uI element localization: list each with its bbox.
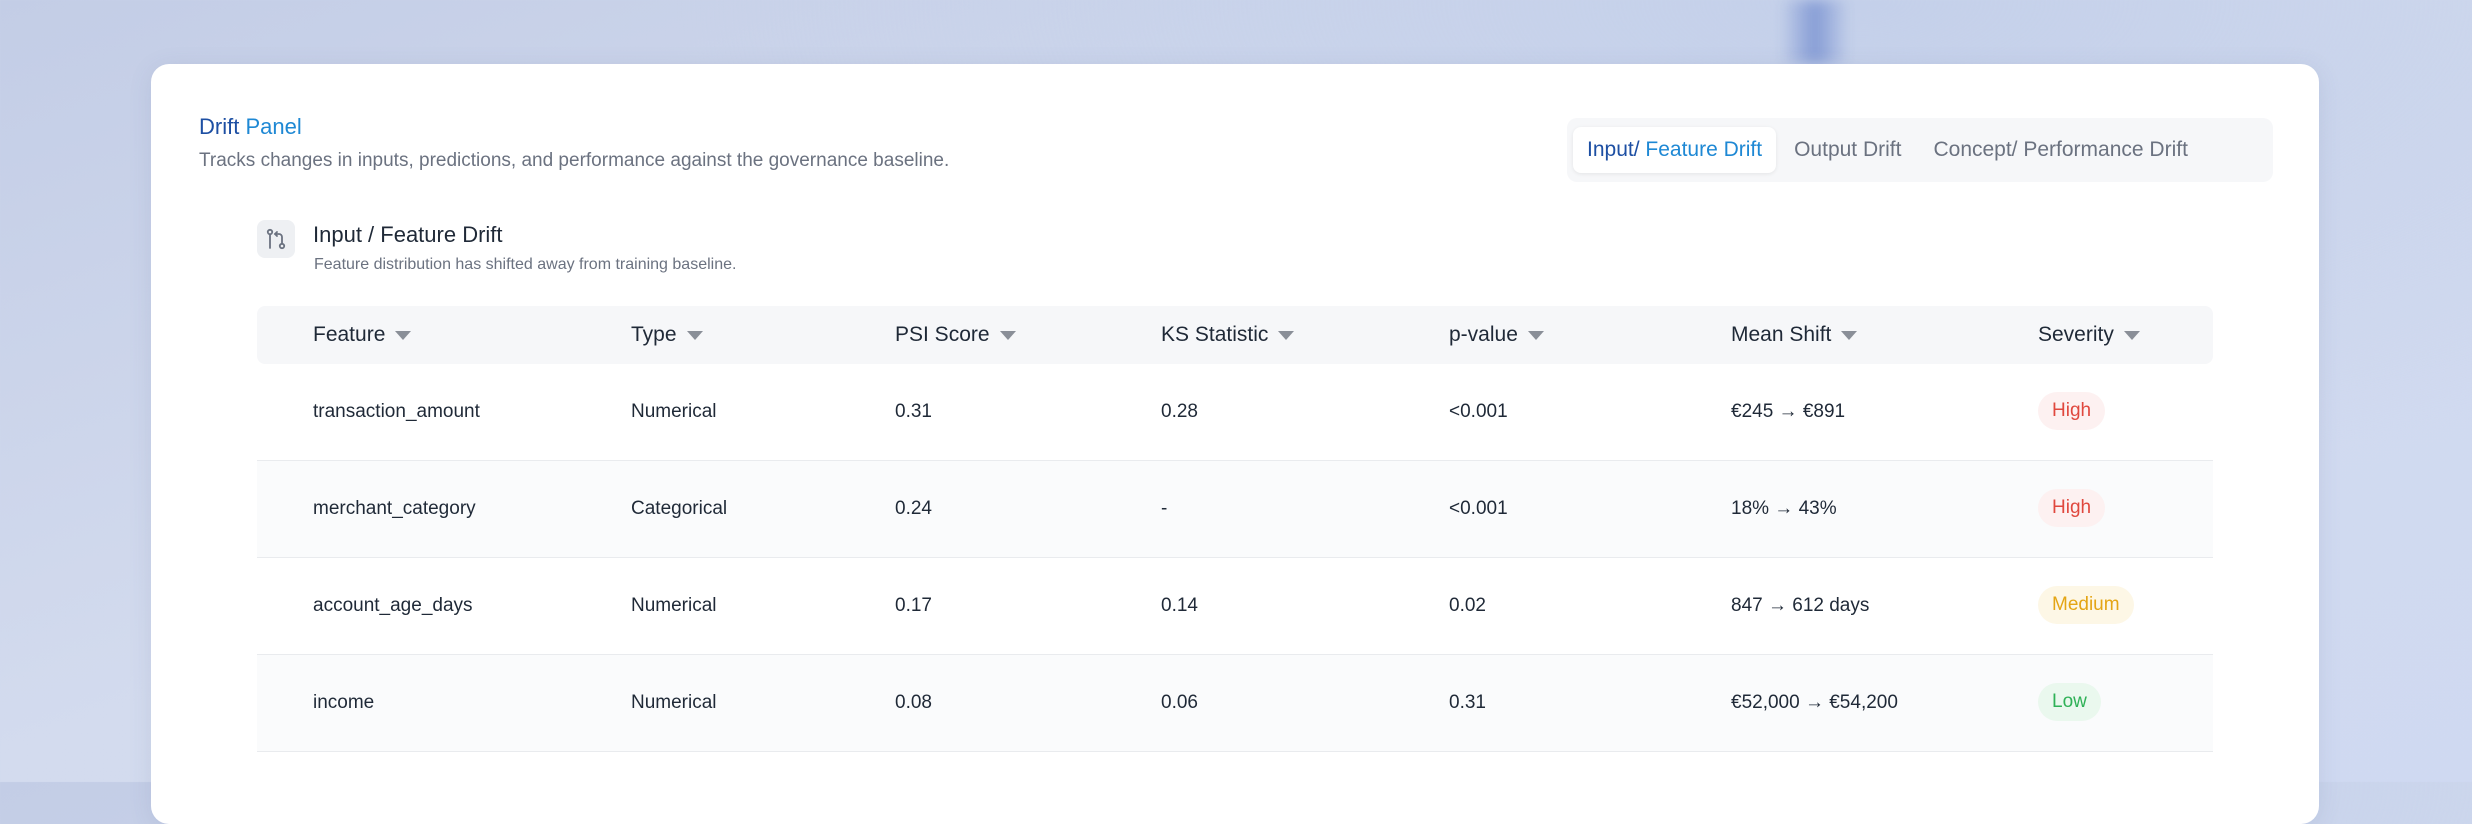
cell-pvalue: <0.001 — [1449, 401, 1508, 422]
column-label: Severity — [2038, 323, 2114, 346]
cell-ks: 0.14 — [1161, 595, 1198, 616]
cell-feature: account_age_days — [313, 595, 473, 616]
column-header-mean-shift[interactable]: Mean Shift — [1731, 306, 1858, 364]
sort-caret-icon — [686, 330, 703, 340]
cell-psi: 0.08 — [895, 692, 932, 713]
column-header-type[interactable]: Type — [631, 306, 703, 364]
feature-drift-table: Feature Type PSI Score KS Statistic p-va… — [257, 306, 2213, 752]
cell-psi: 0.17 — [895, 595, 932, 616]
cell-mean-shift: 18% → 43% — [1731, 498, 1837, 519]
table-header: Feature Type PSI Score KS Statistic p-va… — [257, 306, 2213, 364]
column-header-psi[interactable]: PSI Score — [895, 306, 1016, 364]
cell-mean-shift: €52,000 → €54,200 — [1731, 692, 1898, 713]
cell-mean-shift: €245 → €891 — [1731, 401, 1846, 422]
table-row: merchant_category Categorical 0.24 - <0.… — [257, 461, 2213, 558]
column-label: Type — [631, 323, 677, 346]
cell-type: Numerical — [631, 401, 717, 422]
column-label: p-value — [1449, 323, 1518, 346]
sort-caret-icon — [1278, 330, 1295, 340]
severity-badge: High — [2038, 392, 2106, 430]
column-header-pvalue[interactable]: p-value — [1449, 306, 1544, 364]
sort-caret-icon — [1527, 330, 1544, 340]
table-row: income Numerical 0.08 0.06 0.31 €52,000 … — [257, 655, 2213, 752]
panel-title-accent: Panel — [245, 114, 302, 139]
cell-psi: 0.31 — [895, 401, 932, 422]
column-label: PSI Score — [895, 323, 990, 346]
column-label: KS Statistic — [1161, 323, 1269, 346]
column-label: Feature — [313, 323, 386, 346]
cell-pvalue: <0.001 — [1449, 498, 1508, 519]
cell-pvalue: 0.31 — [1449, 692, 1486, 713]
sort-caret-icon — [395, 330, 412, 340]
cell-psi: 0.24 — [895, 498, 932, 519]
cell-mean-shift: 847 → 612 days — [1731, 595, 1870, 616]
drift-tabs: Input/ Feature Drift Output Drift Concep… — [1567, 118, 2273, 182]
cell-pvalue: 0.02 — [1449, 595, 1486, 616]
column-header-feature[interactable]: Feature — [313, 306, 412, 364]
panel-subtitle: Tracks changes in inputs, predictions, a… — [199, 150, 950, 171]
severity-badge: Medium — [2038, 586, 2134, 624]
cell-ks: - — [1161, 498, 1168, 519]
tab-label-main: Input/ — [1587, 138, 1640, 161]
section-subtitle: Feature distribution has shifted away fr… — [314, 256, 737, 273]
column-header-ks[interactable]: KS Statistic — [1161, 306, 1295, 364]
table-row: account_age_days Numerical 0.17 0.14 0.0… — [257, 558, 2213, 655]
severity-badge: Low — [2038, 683, 2101, 721]
cell-type: Categorical — [631, 498, 728, 519]
sort-caret-icon — [1841, 330, 1858, 340]
section-title: Input / Feature Drift — [313, 222, 503, 247]
cell-feature: transaction_amount — [313, 401, 480, 422]
tab-output-drift[interactable]: Output Drift — [1780, 127, 1915, 173]
panel-title: Drift Panel — [199, 114, 302, 140]
tab-concept-performance-drift[interactable]: Concept/ Performance Drift — [1919, 127, 2201, 173]
cell-ks: 0.06 — [1161, 692, 1198, 713]
drift-panel-card: Drift Panel Tracks changes in inputs, pr… — [151, 64, 2319, 824]
severity-badge: High — [2038, 489, 2106, 527]
column-header-severity[interactable]: Severity — [2038, 306, 2140, 364]
sort-caret-icon — [2123, 330, 2140, 340]
panel-title-main: Drift — [199, 114, 240, 139]
cell-feature: income — [313, 692, 375, 713]
tab-label-accent: Feature Drift — [1645, 138, 1763, 161]
cell-feature: merchant_category — [313, 498, 476, 519]
table-row: transaction_amount Numerical 0.31 0.28 <… — [257, 364, 2213, 461]
tab-input-feature-drift[interactable]: Input/ Feature Drift — [1573, 127, 1777, 173]
column-label: Mean Shift — [1731, 323, 1832, 346]
cell-ks: 0.28 — [1161, 401, 1198, 422]
cell-type: Numerical — [631, 692, 717, 713]
drift-compare-icon — [257, 220, 295, 258]
background-streak — [1780, 0, 1850, 64]
sort-caret-icon — [999, 330, 1016, 340]
cell-type: Numerical — [631, 595, 717, 616]
